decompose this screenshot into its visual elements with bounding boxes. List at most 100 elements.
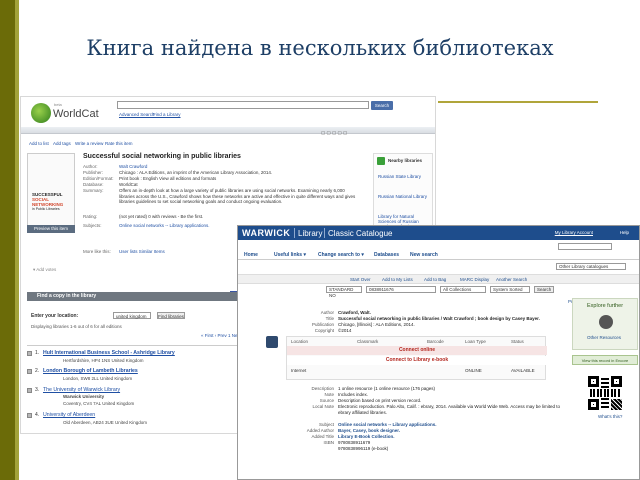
- cover-line-4: in Public Libraries: [32, 207, 60, 211]
- library-icon: [27, 369, 32, 374]
- slide-accent-line: [438, 101, 598, 103]
- location-input[interactable]: united kingdom: [113, 312, 151, 319]
- library-addr: Coventry, CV4 7AL United Kingdom: [63, 401, 135, 406]
- record-label: Publication: [311, 322, 334, 327]
- worldcat-toolbar: [21, 127, 435, 134]
- record-label: Added Title: [311, 434, 334, 439]
- library-name[interactable]: London Borough of Lambeth Libraries: [43, 368, 138, 374]
- field-value-author[interactable]: Walt Crawford: [119, 164, 147, 169]
- nav-new-search[interactable]: New search: [410, 252, 438, 258]
- library-addr: Hertfordshire, HP4 1NS United Kingdom: [63, 358, 144, 363]
- worldcat-search-input[interactable]: [117, 101, 369, 109]
- nav-databases[interactable]: Databases: [374, 252, 399, 258]
- warwick-logo: WARWICK: [242, 228, 291, 238]
- record-value[interactable]: Online social networks -- Library applic…: [338, 422, 437, 427]
- library-name[interactable]: The University of Warwick Library: [43, 387, 120, 393]
- search-field-select[interactable]: STANDARD NO: [326, 286, 362, 298]
- library-num: 1.: [35, 350, 40, 356]
- explore-title: Explore further: [587, 303, 624, 309]
- record-label: Title: [325, 316, 334, 321]
- whats-this-link[interactable]: What's this?: [598, 414, 622, 419]
- worldcat-search-button[interactable]: Search: [371, 101, 393, 110]
- record-label: Note: [324, 392, 334, 397]
- field-label: Author:: [83, 164, 98, 169]
- library-num: 4.: [35, 412, 40, 418]
- advanced-search-link[interactable]: Advanced Search: [119, 112, 155, 117]
- holdings-header: Status: [511, 339, 524, 344]
- record-value: 9780838996119 (e-book): [338, 446, 389, 451]
- library-sub: Warwick University: [63, 394, 105, 399]
- qr-code-icon: [588, 376, 622, 410]
- holdings-header: Classmark: [357, 339, 379, 344]
- library-name[interactable]: University of Aberdeen: [43, 412, 95, 418]
- record-value[interactable]: Library E-Book Collection.: [338, 434, 395, 439]
- library-name[interactable]: Hult International Business School - Ash…: [43, 350, 175, 356]
- record-label: Added Author: [306, 428, 334, 433]
- nav-home[interactable]: Home: [244, 252, 258, 258]
- find-copy-header: Find a copy in the library: [27, 292, 257, 301]
- location-value: united kingdom: [116, 314, 147, 319]
- add-to-list-button[interactable]: Add to list: [29, 141, 49, 146]
- record-value: Description based on print version recor…: [338, 398, 422, 403]
- record-label: ISBN: [323, 440, 334, 445]
- nearby-title: Nearby libraries: [388, 158, 423, 163]
- collections-select[interactable]: All Collections: [440, 286, 486, 293]
- record-value: 9780838911679: [338, 440, 371, 445]
- add-to-lists-button[interactable]: Add to My Lists: [382, 277, 413, 282]
- nearby-item[interactable]: Russian State Library: [378, 174, 421, 179]
- record-label: Subject: [318, 422, 334, 427]
- connect-ebook-link[interactable]: Connect to Library e-book: [287, 356, 547, 365]
- ebook-icon: [266, 336, 278, 348]
- field-label: Publisher:: [83, 170, 104, 175]
- connect-online-row: Connect online: [287, 346, 547, 355]
- add-votes-link[interactable]: ▾ Add votes: [33, 267, 56, 273]
- warwick-search-button[interactable]: Search: [534, 286, 554, 293]
- start-over-button[interactable]: Start Over: [350, 277, 371, 282]
- record-label: Author: [320, 310, 334, 315]
- marc-display-button[interactable]: MARC Display: [460, 277, 489, 282]
- view-in-encore-button[interactable]: View this record in Encore: [572, 355, 638, 365]
- worldcat-logo-text: WorldCat: [53, 108, 99, 120]
- sort-select[interactable]: System Sorted: [490, 286, 530, 293]
- worldcat-logo-icon: [31, 103, 51, 123]
- site-search-input[interactable]: [558, 243, 612, 250]
- help-link[interactable]: Help: [620, 230, 629, 235]
- find-libraries-button[interactable]: Find libraries: [157, 312, 185, 319]
- record-label: Source: [319, 398, 334, 403]
- my-account-link[interactable]: My Library Account: [555, 230, 593, 235]
- nav-change-search[interactable]: Change search to ▾: [318, 252, 364, 258]
- rate-item-button[interactable]: Rate this item: [105, 141, 133, 146]
- nearby-icon: [377, 157, 385, 165]
- add-to-bag-button[interactable]: Add to Bag: [424, 277, 446, 282]
- warwick-nav: Home Useful links ▾ Change search to ▾ D…: [238, 250, 639, 260]
- holding-loan-type: ONLINE: [465, 368, 482, 373]
- write-review-button[interactable]: Write a review: [75, 141, 103, 146]
- other-resources-link[interactable]: Other Resources: [587, 335, 621, 340]
- record-label: Local Note: [312, 404, 334, 409]
- record-value[interactable]: Bayer, Casey, book designer.: [338, 428, 400, 433]
- field-label: Rating:: [83, 214, 98, 219]
- find-library-link[interactable]: Find a Library: [153, 112, 181, 117]
- field-value-subjects[interactable]: Online social networks -- Library applic…: [119, 223, 210, 228]
- another-search-button[interactable]: Another Search: [496, 277, 527, 282]
- field-value-database: WorldCat: [119, 182, 138, 187]
- library-num: 2.: [35, 368, 40, 374]
- library-num: 3.: [35, 387, 40, 393]
- library-list-header: [27, 341, 257, 346]
- slide-left-bar: [0, 0, 15, 480]
- field-value-summary: Offers an in-depth look at how a large v…: [119, 188, 356, 204]
- holdings-header: Loan Type: [465, 339, 486, 344]
- warwick-record-toolbar: Start Over Add to My Lists Add to Bag MA…: [238, 274, 639, 284]
- explore-sidebar: Explore further Other Resources View thi…: [572, 298, 638, 478]
- library-addr: London, SW8 2LL United Kingdom: [63, 376, 133, 381]
- field-value-more-like[interactable]: User lists Similar Items: [119, 249, 165, 254]
- other-catalogues-select[interactable]: Other Library catalogues: [556, 263, 626, 270]
- search-value-input[interactable]: 0838911676: [366, 286, 436, 293]
- nav-useful-links[interactable]: Useful links ▾: [274, 252, 306, 258]
- add-tags-button[interactable]: Add tags: [53, 141, 71, 146]
- record-value: Chicago, [Illinois] : ALA Editions, 2014…: [338, 322, 415, 327]
- holding-location: Internet: [291, 368, 307, 373]
- nearby-item[interactable]: Russian National Library: [378, 194, 427, 199]
- preview-item-button[interactable]: Preview this item: [27, 225, 75, 233]
- record-value: Includes index.: [338, 392, 369, 397]
